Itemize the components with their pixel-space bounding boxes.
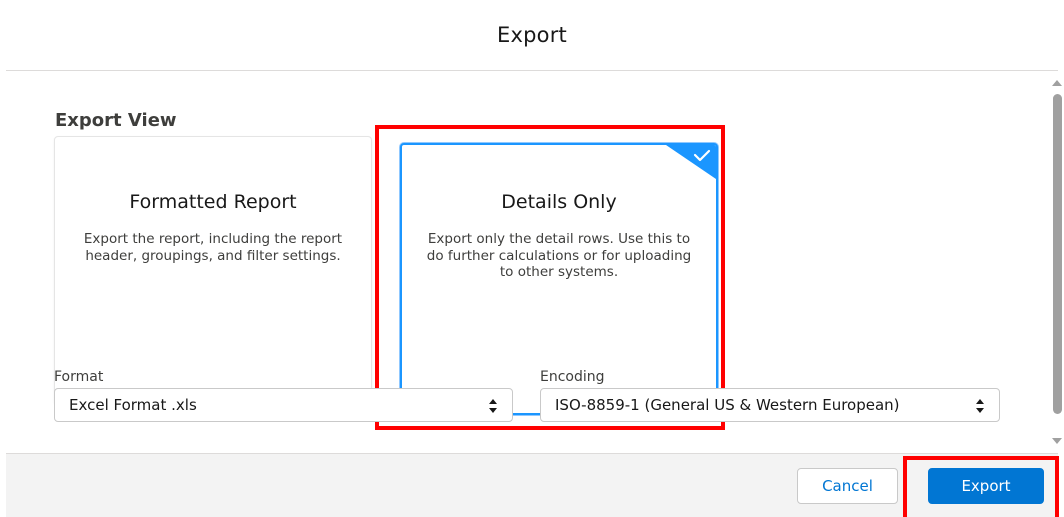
dialog-footer: Cancel Export — [6, 453, 1058, 517]
export-dialog: Export Export View Formatted Report Expo… — [0, 0, 1064, 517]
dialog-header: Export — [6, 0, 1058, 71]
formatted-report-option[interactable]: Formatted Report Export the report, incl… — [54, 136, 372, 405]
export-button[interactable]: Export — [928, 468, 1044, 504]
encoding-select-value: ISO-8859-1 (General US & Western Europea… — [555, 396, 900, 414]
formatted-report-title: Formatted Report — [129, 191, 297, 213]
cancel-button[interactable]: Cancel — [797, 468, 898, 504]
export-view-label: Export View — [55, 110, 177, 131]
format-label: Format — [54, 369, 104, 385]
formatted-report-description: Export the report, including the report … — [83, 231, 343, 264]
select-arrows-icon — [976, 399, 984, 413]
details-only-description: Export only the detail rows. Use this to… — [426, 231, 692, 280]
details-only-title: Details Only — [501, 191, 617, 213]
select-arrows-icon — [489, 399, 497, 413]
dialog-body: Export View Formatted Report Export the … — [0, 72, 1064, 452]
scrollbar-thumb[interactable] — [1053, 94, 1062, 414]
format-select[interactable]: Excel Format .xls — [54, 388, 513, 422]
format-select-value: Excel Format .xls — [69, 396, 197, 414]
scroll-down-arrow-icon[interactable] — [1052, 438, 1062, 444]
dialog-title: Export — [497, 23, 567, 47]
scroll-up-arrow-icon[interactable] — [1052, 80, 1062, 86]
encoding-label: Encoding — [540, 369, 605, 385]
selected-check-icon — [666, 145, 716, 179]
encoding-select[interactable]: ISO-8859-1 (General US & Western Europea… — [540, 388, 1000, 422]
